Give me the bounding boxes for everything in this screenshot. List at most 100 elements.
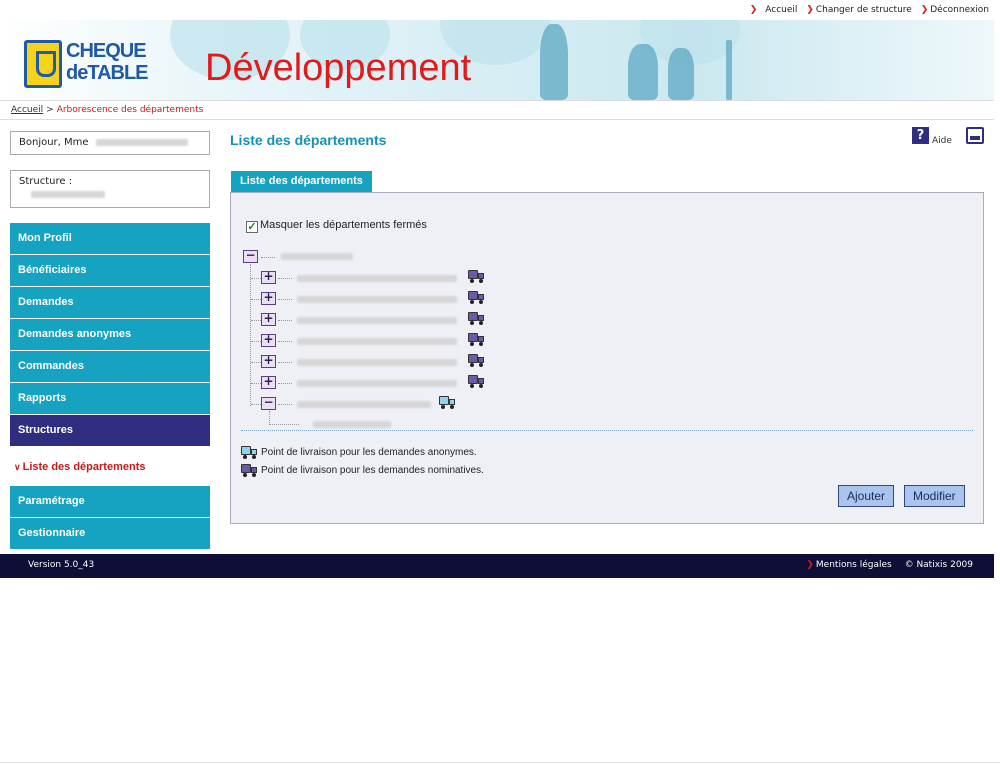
banner-figure: [628, 44, 658, 100]
tree-connector: [278, 362, 292, 363]
legal-link[interactable]: Mentions légales: [816, 560, 892, 570]
truck-purple-icon: [468, 354, 484, 367]
legend-nominative-text: Point de livraison pour les demandes nom…: [261, 465, 484, 476]
redacted-department-name[interactable]: [297, 338, 457, 345]
expand-node-icon[interactable]: +: [261, 270, 276, 284]
arrow-right-icon: ❯: [806, 560, 814, 570]
expand-node-icon[interactable]: +: [261, 354, 276, 368]
breadcrumb-current: Arborescence des départements: [56, 105, 204, 115]
add-button[interactable]: Ajouter: [838, 485, 895, 507]
bottom-border: [0, 762, 1000, 763]
expand-node-icon[interactable]: +: [261, 291, 276, 305]
logo-glass-icon: [24, 40, 62, 88]
redacted-sub-department-name[interactable]: [313, 421, 391, 428]
truck-purple-icon: [241, 464, 257, 477]
arrow-right-icon: ❯: [749, 5, 758, 15]
hide-closed-label: Masquer les départements fermés: [260, 219, 427, 231]
nav-item-rapports[interactable]: Rapports: [10, 383, 210, 414]
greeting-box: Bonjour, Mme: [10, 131, 210, 155]
banner-figure: [540, 24, 568, 100]
tree-connector: [269, 424, 299, 425]
chevron-down-icon: ∨: [14, 462, 21, 472]
structure-label: Structure :: [19, 176, 73, 187]
banner-lamp: [726, 40, 732, 100]
tree-connector: [261, 257, 275, 258]
print-icon[interactable]: [966, 127, 984, 144]
nav-item-demandes[interactable]: Demandes: [10, 287, 210, 318]
tree-connector: [278, 320, 292, 321]
top-link-changer-structure[interactable]: Changer de structure: [816, 5, 912, 15]
redacted-department-name[interactable]: [297, 380, 457, 387]
expand-node-icon[interactable]: +: [261, 375, 276, 389]
tree-connector: [278, 404, 292, 405]
truck-purple-icon: [468, 291, 484, 304]
top-link-accueil[interactable]: Accueil: [765, 5, 797, 15]
nav-item-beneficiaires[interactable]: Bénéficiaires: [10, 255, 210, 286]
legend-anonymous-text: Point de livraison pour les demandes ano…: [261, 447, 477, 458]
nav-subitem-label: Liste des départements: [22, 461, 146, 473]
nav-item-parametrage[interactable]: Paramétrage: [10, 486, 210, 517]
collapse-node-icon[interactable]: −: [261, 396, 276, 410]
section-divider: [241, 430, 973, 431]
page-title: Liste des départements: [230, 132, 387, 148]
redacted-department-name[interactable]: [297, 275, 457, 282]
tree-connector: [251, 320, 261, 321]
arrow-right-icon: ❯: [806, 5, 814, 15]
breadcrumb: Accueil > Arborescence des départements: [0, 100, 994, 120]
sidebar: Bonjour, Mme Structure : Mon Profil Béné…: [10, 131, 210, 550]
truck-cyan-icon: [439, 396, 455, 409]
header-banner: CHEQUE deTABLE Développement: [0, 20, 994, 100]
tree-connector: [251, 383, 261, 384]
collapse-root-icon[interactable]: −: [243, 249, 258, 263]
redacted-root-name: [281, 253, 353, 260]
version-text: Version 5.0_43: [28, 560, 95, 570]
arrow-right-icon: ❯: [920, 5, 929, 15]
help-label[interactable]: Aide: [932, 136, 952, 146]
tree-connector: [269, 411, 270, 425]
main-nav: Mon Profil Bénéficiaires Demandes Demand…: [10, 223, 210, 549]
tree-connector: [251, 278, 261, 279]
redacted-department-name[interactable]: [297, 296, 457, 303]
hide-closed-checkbox[interactable]: ✓: [246, 221, 258, 233]
truck-purple-icon: [468, 375, 484, 388]
nav-item-demandes-anonymes[interactable]: Demandes anonymes: [10, 319, 210, 350]
tree-connector: [251, 362, 261, 363]
truck-purple-icon: [468, 312, 484, 325]
logo-text-line2: deTABLE: [66, 62, 149, 84]
logo-text-line1: CHEQUE: [66, 40, 147, 62]
redacted-structure-name: [31, 190, 105, 198]
greeting-text: Bonjour, Mme: [19, 137, 89, 148]
tree-connector: [251, 404, 261, 405]
tree-connector: [278, 341, 292, 342]
truck-purple-icon: [468, 333, 484, 346]
environment-title: Développement: [205, 47, 472, 89]
tab-liste-departements[interactable]: Liste des départements: [231, 171, 372, 192]
redacted-department-name[interactable]: [297, 317, 457, 324]
truck-purple-icon: [468, 270, 484, 283]
breadcrumb-home-link[interactable]: Accueil: [11, 105, 43, 115]
cheque-de-table-logo[interactable]: CHEQUE deTABLE: [24, 40, 149, 88]
expand-node-icon[interactable]: +: [261, 333, 276, 347]
departments-panel: ✓ Masquer les départements fermés − + + +…: [230, 192, 984, 524]
redacted-department-name[interactable]: [297, 401, 431, 408]
help-icon[interactable]: ?: [912, 127, 929, 144]
hide-closed-row: ✓ Masquer les départements fermés: [246, 219, 427, 233]
nav-subitem-liste-departements[interactable]: ∨ Liste des départements: [10, 447, 210, 486]
nav-item-mon-profil[interactable]: Mon Profil: [10, 223, 210, 254]
footer: Version 5.0_43 ❯ Mentions légales © Natix…: [0, 554, 994, 578]
expand-node-icon[interactable]: +: [261, 312, 276, 326]
edit-button[interactable]: Modifier: [904, 485, 965, 507]
structure-box: Structure :: [10, 170, 210, 208]
truck-cyan-icon: [241, 446, 257, 459]
top-link-deconnexion[interactable]: Déconnexion: [930, 5, 989, 15]
tree-connector: [250, 264, 251, 406]
tree-connector: [251, 341, 261, 342]
redacted-department-name[interactable]: [297, 359, 457, 366]
nav-item-commandes[interactable]: Commandes: [10, 351, 210, 382]
tree-connector: [251, 299, 261, 300]
redacted-user-name: [95, 138, 188, 146]
nav-item-structures[interactable]: Structures: [10, 415, 210, 446]
top-links: ❯ Accueil ❯ Changer de structure ❯ Déconnex…: [750, 5, 989, 15]
nav-item-gestionnaire[interactable]: Gestionnaire: [10, 518, 210, 549]
tree-connector: [278, 299, 292, 300]
